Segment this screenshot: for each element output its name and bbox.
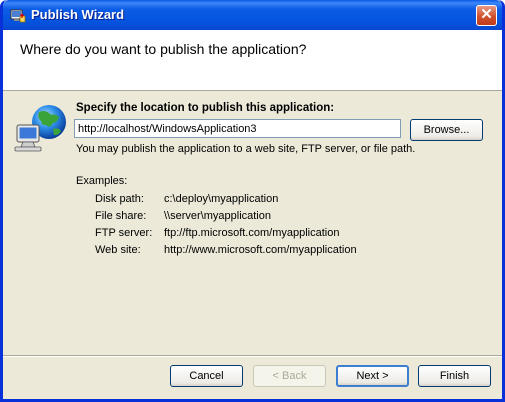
example-label: FTP server: <box>95 227 153 239</box>
next-button[interactable]: Next > <box>336 365 409 387</box>
publish-wizard-icon <box>10 9 26 23</box>
location-help-text: You may publish the application to a web… <box>76 143 416 155</box>
example-value: \\server\myapplication <box>164 210 271 222</box>
location-label: Specify the location to publish this app… <box>76 102 335 114</box>
publish-location-input[interactable] <box>74 119 401 138</box>
browse-button[interactable]: Browse... <box>410 119 483 141</box>
wizard-header: Where do you want to publish the applica… <box>3 30 502 91</box>
finish-button[interactable]: Finish <box>418 365 491 387</box>
example-value: c:\deploy\myapplication <box>164 193 279 205</box>
cancel-button[interactable]: Cancel <box>170 365 243 387</box>
example-label: Web site: <box>95 244 141 256</box>
publish-wizard-window: Publish Wizard ✕ Where do you want to pu… <box>0 0 505 402</box>
example-label: Disk path: <box>95 193 144 205</box>
window-title: Publish Wizard <box>31 7 125 22</box>
example-value: http://www.microsoft.com/myapplication <box>164 244 357 256</box>
title-bar[interactable]: Publish Wizard ✕ <box>3 0 502 30</box>
close-button[interactable]: ✕ <box>476 5 497 26</box>
back-button[interactable]: < Back <box>253 365 326 387</box>
page-title: Where do you want to publish the applica… <box>20 41 307 57</box>
example-value: ftp://ftp.microsoft.com/myapplication <box>164 227 340 239</box>
example-label: File share: <box>95 210 147 222</box>
examples-heading: Examples: <box>76 175 128 187</box>
footer-separator <box>3 355 502 357</box>
globe-computer-icon <box>14 105 66 152</box>
